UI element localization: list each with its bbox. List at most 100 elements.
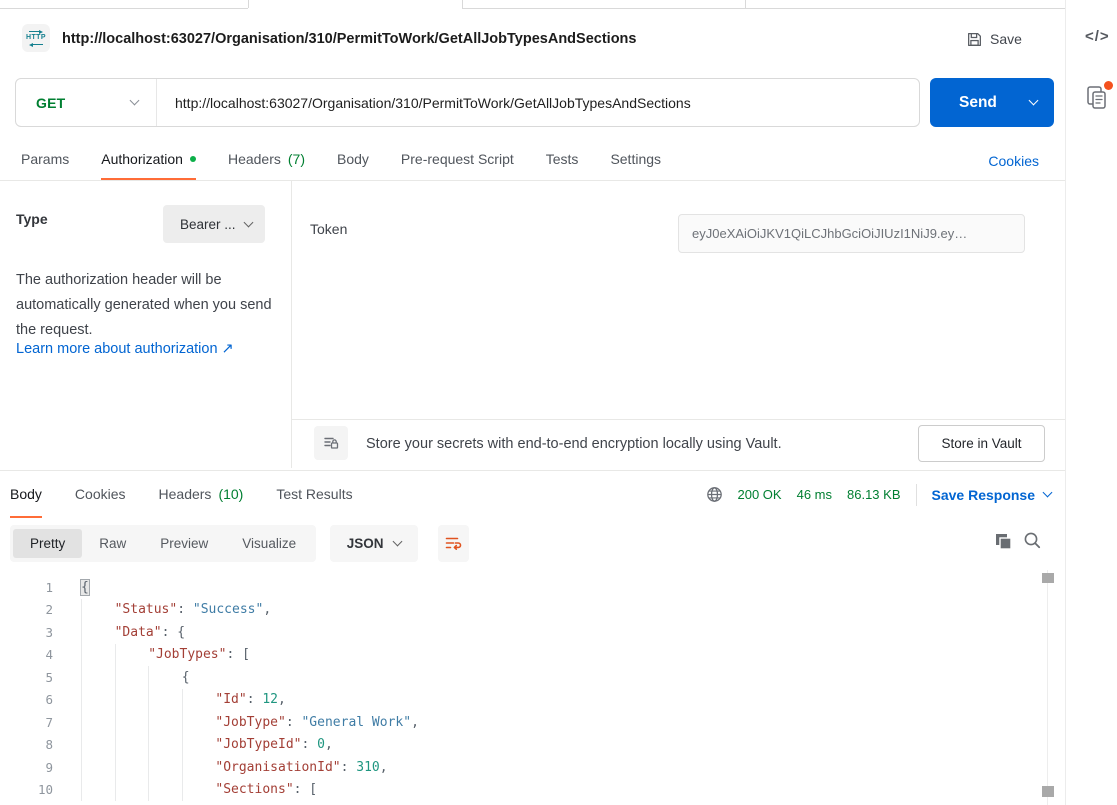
request-title: http://localhost:63027/Organisation/310/… (62, 31, 636, 47)
response-time[interactable]: 46 ms (797, 487, 832, 502)
request-tab-body[interactable]: Body (337, 140, 369, 180)
request-tab-pre-request-script[interactable]: Pre-request Script (401, 140, 514, 180)
request-tab-authorization[interactable]: Authorization (101, 140, 196, 180)
json-token-punc: , (263, 602, 271, 617)
scrollbar-track[interactable] (1047, 570, 1048, 805)
view-mode-pretty[interactable]: Pretty (13, 529, 82, 558)
scrollbar-thumb[interactable] (1042, 573, 1054, 583)
code-line: 4"JobTypes": [ (0, 644, 1040, 667)
chevron-down-icon (1043, 488, 1053, 498)
json-token-punc: , (278, 692, 286, 707)
save-icon (966, 31, 983, 48)
chevron-down-icon (393, 537, 403, 547)
chevron-down-icon[interactable] (1029, 96, 1039, 106)
copy-button[interactable] (993, 531, 1013, 556)
json-token-punc: : (286, 715, 302, 730)
url-input[interactable] (157, 79, 919, 126)
method-selector[interactable]: GET (16, 79, 157, 126)
code-content: "Status": "Success", (81, 599, 271, 622)
code-content: "JobTypeId": 0, (81, 734, 333, 757)
response-view-toolbar: PrettyRawPreviewVisualize JSON (10, 525, 469, 562)
postman-request-window: HTTP http://localhost:63027/Organisation… (0, 0, 1117, 805)
documentation-icon[interactable] (1086, 85, 1108, 116)
view-mode-preview[interactable]: Preview (143, 529, 225, 558)
indent-guide (115, 779, 149, 802)
view-mode-visualize[interactable]: Visualize (225, 529, 313, 558)
json-token-num: 12 (262, 692, 278, 707)
vault-banner-divider (291, 419, 1065, 420)
request-tab-params[interactable]: Params (21, 140, 69, 180)
code-snippet-icon[interactable]: </> (1085, 28, 1110, 45)
line-number: 3 (0, 625, 53, 640)
save-response-button[interactable]: Save Response (932, 487, 1052, 503)
indent-guide (148, 756, 182, 779)
response-tab-test-results[interactable]: Test Results (276, 471, 352, 518)
tab-label: Settings (610, 151, 661, 167)
notification-dot (1104, 81, 1113, 90)
code-content: { (81, 666, 190, 689)
indent-guide (115, 734, 149, 757)
line-number: 1 (0, 580, 53, 595)
response-tab-body[interactable]: Body (10, 471, 42, 518)
save-button-label: Save (990, 31, 1022, 47)
http-method-icon: HTTP (22, 24, 50, 52)
json-token-key: "Data" (115, 625, 162, 640)
json-token-punc: : (301, 737, 317, 752)
code-line: 3"Data": { (0, 621, 1040, 644)
json-token-punc: , (411, 715, 419, 730)
store-in-vault-button[interactable]: Store in Vault (918, 425, 1045, 462)
code-content: "Sections": [ (81, 779, 317, 802)
response-tabs: Body Cookies Headers (10) Test Results (0, 471, 640, 518)
auth-type-selector[interactable]: Bearer ... (163, 205, 265, 243)
code-content: "JobType": "General Work", (81, 711, 419, 734)
tab-label: Authorization (101, 151, 183, 167)
tab-label: Body (337, 151, 369, 167)
tab-count: (10) (218, 486, 243, 502)
auth-panel-divider (291, 181, 292, 468)
indent-guide (81, 711, 115, 734)
tab-count: (7) (288, 151, 305, 167)
json-token-punc: : [ (226, 647, 249, 662)
request-tab-settings[interactable]: Settings (610, 140, 661, 180)
format-selector[interactable]: JSON (330, 525, 418, 562)
code-line: 9"OrganisationId": 310, (0, 756, 1040, 779)
response-body-code[interactable]: 1{2"Status": "Success",3"Data": {4"JobTy… (0, 576, 1040, 801)
wrap-text-button[interactable] (438, 525, 469, 562)
response-tab-headers[interactable]: Headers (10) (159, 471, 244, 518)
indent-guide (81, 734, 115, 757)
indent-guide (115, 666, 149, 689)
response-size[interactable]: 86.13 KB (847, 487, 901, 502)
request-tab-tests[interactable]: Tests (546, 140, 579, 180)
wrap-text-icon (445, 536, 462, 551)
indent-guide (81, 756, 115, 779)
indent-guide (182, 779, 216, 802)
status-badge[interactable]: 200 OK (738, 487, 782, 502)
response-tab-cookies[interactable]: Cookies (75, 471, 126, 518)
learn-more-label: Learn more about authorization (16, 341, 218, 357)
line-number: 8 (0, 737, 53, 752)
save-button[interactable]: Save (966, 27, 1022, 51)
cookies-link[interactable]: Cookies (988, 140, 1039, 181)
code-line: 1{ (0, 576, 1040, 599)
chevron-down-icon (244, 217, 254, 227)
auth-help-text: The authorization header will be automat… (16, 268, 272, 343)
send-button[interactable]: Send (930, 78, 1054, 127)
json-token-punc: , (380, 760, 388, 775)
request-tab-headers[interactable]: Headers (7) (228, 140, 305, 180)
search-button[interactable] (1023, 531, 1042, 555)
token-input[interactable]: eyJ0eXAiOiJKV1QiLCJhbGciOiJIUzI1NiJ9.ey… (678, 214, 1025, 253)
request-url-box: GET (15, 78, 920, 127)
json-token-str: "General Work" (301, 715, 411, 730)
learn-more-link[interactable]: Learn more about authorization ↗ (16, 341, 234, 357)
json-token-num: 310 (356, 760, 379, 775)
tab-label: Headers (159, 486, 212, 502)
code-line: 8 "JobTypeId": 0, (0, 734, 1040, 757)
json-token-punc: : (341, 760, 357, 775)
request-tabs: Params Authorization Headers (7) Body Pre-req… (0, 140, 1065, 181)
json-token-str: "Success" (193, 602, 263, 617)
scrollbar-thumb[interactable] (1042, 786, 1054, 797)
format-value: JSON (347, 536, 384, 551)
view-mode-raw[interactable]: Raw (82, 529, 143, 558)
json-token-key: "JobTypes" (148, 647, 226, 662)
tab-label: Headers (228, 151, 281, 167)
